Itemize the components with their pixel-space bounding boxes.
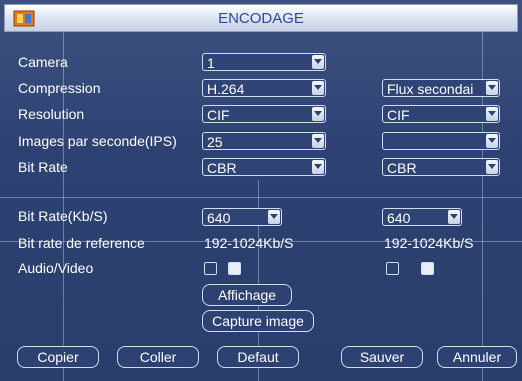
sub-audio-checkbox[interactable] [386,262,399,275]
affichage-button[interactable]: Affichage [202,284,292,306]
bitrate-ref-label: Bit rate de reference [18,235,145,251]
chevron-down-icon [486,107,498,121]
sub-resolution-select[interactable]: CIF [382,105,500,123]
sub-resolution-value: CIF [387,107,410,123]
chevron-down-icon [312,81,324,95]
bitrate-type-label: Bit Rate [18,159,68,175]
copier-button[interactable]: Copier [17,346,99,368]
chevron-down-icon [486,81,498,95]
bitrate-kbs-label: Bit Rate(Kb/S) [18,208,108,224]
sub-bitrate-kbs-value: 640 [387,210,411,226]
stream-value: Flux secondai [387,81,474,97]
defaut-button[interactable]: Defaut [217,346,299,368]
sub-bitrate-ref-value: 192-1024Kb/S [384,235,474,251]
fps-select[interactable]: 25 [202,132,326,150]
audio-checkbox[interactable] [204,262,217,275]
title-bar: ENCODAGE [4,4,518,32]
chevron-down-icon [312,55,324,69]
chevron-down-icon [312,134,324,148]
stream-select[interactable]: Flux secondai [382,79,500,97]
compression-select[interactable]: H.264 [202,79,326,97]
bitrate-type-value: CBR [207,160,237,176]
resolution-label: Resolution [18,106,85,122]
grid-line [0,197,522,198]
fps-value: 25 [207,134,223,150]
annuler-button[interactable]: Annuler [437,346,517,368]
bitrate-type-select[interactable]: CBR [202,158,326,176]
coller-button[interactable]: Coller [117,346,199,368]
sub-bitrate-kbs-select[interactable]: 640 [382,208,462,226]
compression-value: H.264 [207,81,245,97]
chevron-down-icon [312,107,324,121]
chevron-down-icon [268,210,280,224]
sub-bitrate-type-select[interactable]: CBR [382,158,500,176]
capture-image-button[interactable]: Capture image [202,310,314,332]
chevron-down-icon [486,160,498,174]
chevron-down-icon [448,210,460,224]
sauver-button[interactable]: Sauver [341,346,423,368]
bitrate-kbs-select[interactable]: 640 [202,208,282,226]
sub-fps-select[interactable] [382,132,500,150]
camera-select[interactable]: 1 [202,53,326,71]
resolution-value: CIF [207,107,230,123]
camera-value: 1 [207,55,215,71]
window-title: ENCODAGE [218,10,304,27]
camera-label: Camera [18,54,68,70]
compression-label: Compression [18,80,101,96]
audio-video-label: Audio/Video [18,260,94,276]
sub-video-checkbox[interactable] [421,262,434,275]
chevron-down-icon [486,134,498,148]
bitrate-ref-value: 192-1024Kb/S [204,235,294,251]
chevron-down-icon [312,160,324,174]
sub-bitrate-type-value: CBR [387,160,417,176]
encoding-window: ENCODAGE Camera Compression Resolution I… [0,0,522,381]
video-checkbox[interactable] [228,262,241,275]
resolution-select[interactable]: CIF [202,105,326,123]
fps-label: Images par seconde(IPS) [18,133,177,149]
bitrate-kbs-value: 640 [207,210,231,226]
